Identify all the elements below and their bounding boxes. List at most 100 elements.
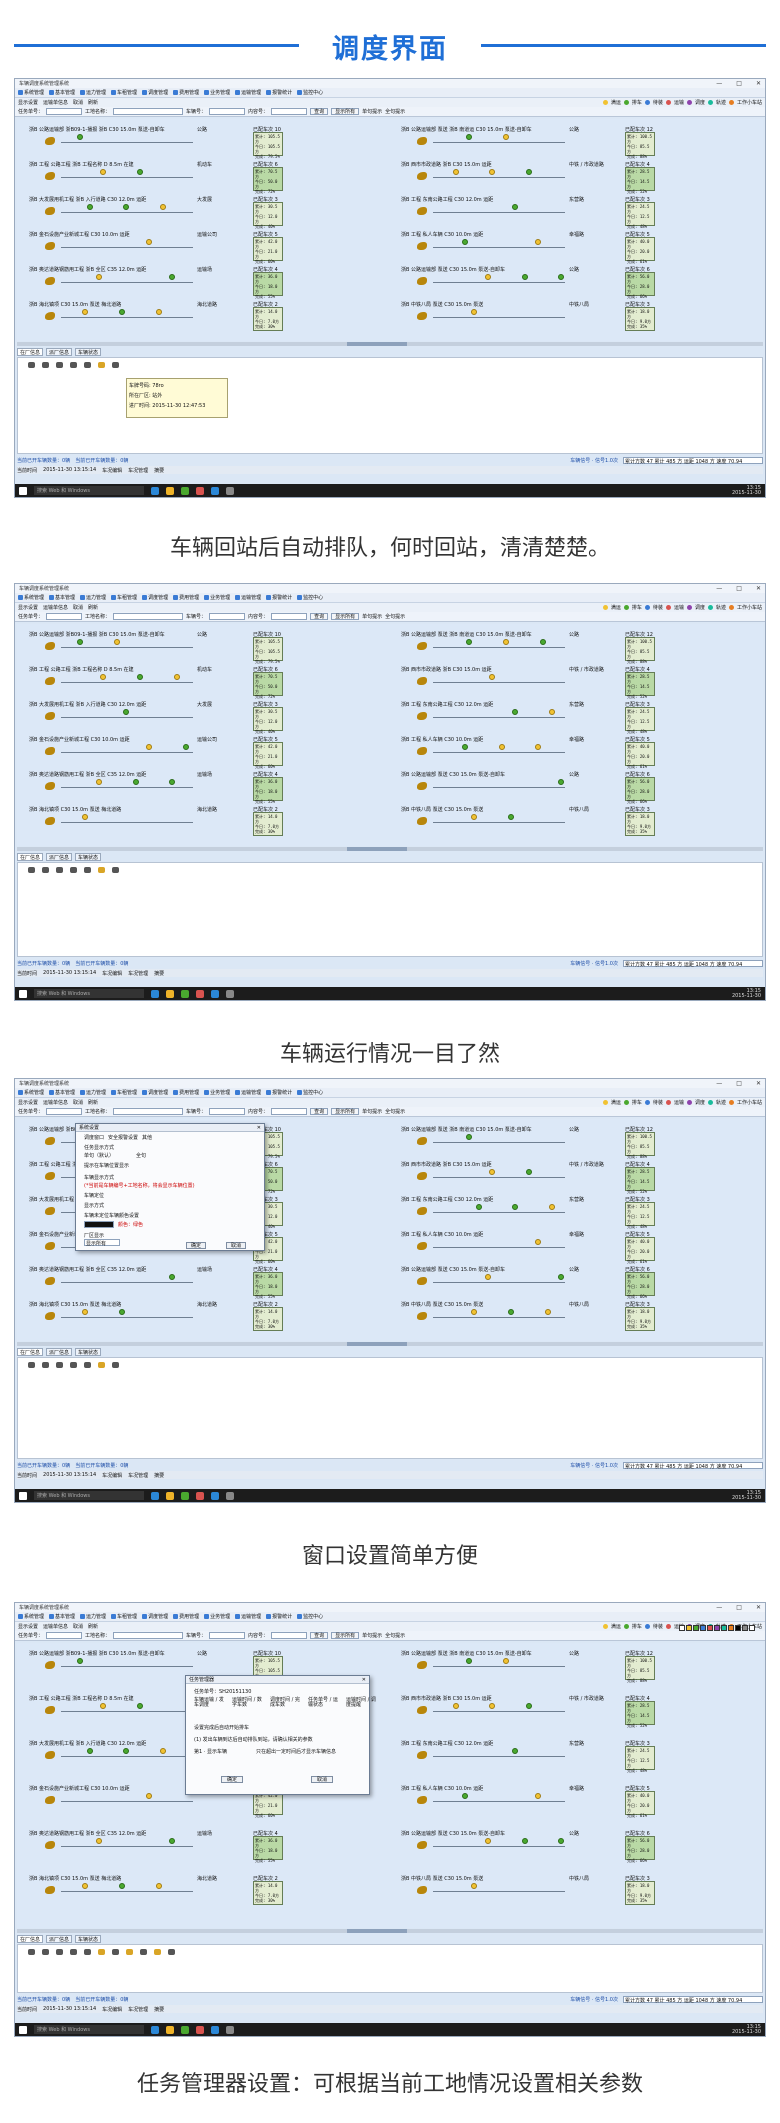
taskbar-app-icon[interactable] bbox=[166, 486, 174, 495]
taskbar-app-icon[interactable] bbox=[226, 486, 234, 495]
scroll-thumb[interactable] bbox=[347, 342, 407, 346]
site-card[interactable]: 浙B 奥达道路钢筋用工程 浙B 全区 C35 12.0m 运距 运输场 已配车次 4… bbox=[17, 1827, 387, 1863]
mixer-truck-icon[interactable] bbox=[417, 207, 427, 215]
menu-item[interactable]: 运力管理 bbox=[80, 89, 106, 96]
toolbar-button[interactable]: 显示设置 bbox=[18, 1099, 38, 1106]
show-all-button[interactable]: 显示所有 bbox=[331, 613, 360, 620]
queued-truck-icon[interactable] bbox=[154, 1949, 161, 1955]
color-picker[interactable] bbox=[84, 1221, 114, 1228]
query-button[interactable]: 查询 bbox=[310, 108, 329, 115]
task-column[interactable]: 调度时间 / 完成车数 bbox=[270, 1698, 300, 1708]
site-card[interactable]: 浙B 奥达道路钢筋用工程 浙B 全区 C35 12.0m 运距 运输场 已配车次 4… bbox=[17, 1263, 387, 1299]
mixer-truck-icon[interactable] bbox=[45, 1841, 55, 1849]
site-card[interactable]: 浙B 中铁八局 泵送 C30 15.0m 泵送 中铁八局 已配车次 3 累计: 18.… bbox=[389, 1872, 759, 1907]
queued-truck-icon[interactable] bbox=[112, 867, 119, 873]
taskbar-app-icon[interactable] bbox=[211, 2025, 219, 2034]
queued-truck-icon[interactable] bbox=[98, 1362, 105, 1368]
search-box[interactable]: 搜索 Web 和 Windows bbox=[34, 989, 144, 998]
menu-item[interactable]: 车租管理 bbox=[111, 89, 137, 96]
truck-marker-icon[interactable] bbox=[503, 134, 509, 140]
site-card[interactable]: 浙B 公路运输部 泵送 浙B 南道运 C30 15.0m 泵送-自卸车 公路 已配车… bbox=[389, 1647, 759, 1683]
search-box[interactable]: 搜索 Web 和 Windows bbox=[34, 2025, 144, 2034]
truck-marker-icon[interactable] bbox=[535, 744, 541, 750]
toolbar-button[interactable]: 刷新 bbox=[88, 604, 98, 611]
close-icon[interactable]: ✕ bbox=[362, 1677, 366, 1683]
task-input[interactable] bbox=[46, 613, 83, 620]
menu-item[interactable]: 费用管理 bbox=[173, 594, 199, 601]
site-card[interactable]: 浙B 公路运输部 泵送 浙B 南道运 C30 15.0m 泵送-自卸车 公路 已配车… bbox=[389, 628, 759, 664]
mixer-truck-icon[interactable] bbox=[417, 1661, 427, 1669]
truck-marker-icon[interactable] bbox=[169, 1274, 175, 1280]
content-input[interactable] bbox=[271, 613, 308, 620]
maximize-button[interactable]: □ bbox=[736, 1080, 742, 1087]
close-icon[interactable]: ✕ bbox=[257, 1125, 261, 1131]
mixer-truck-icon[interactable] bbox=[417, 242, 427, 250]
task-column[interactable]: 运输时间 / 调度提醒 bbox=[346, 1698, 376, 1708]
truck-marker-icon[interactable] bbox=[96, 1838, 102, 1844]
site-card[interactable]: 浙B 西市市政道路 浙B C30 15.0m 运距 中铁 / 市政道路 已配车次 4… bbox=[389, 158, 759, 194]
menu-item[interactable]: 业务管理 bbox=[204, 89, 230, 96]
minimize-button[interactable]: — bbox=[716, 1604, 722, 1611]
toolbar-button[interactable]: 取消 bbox=[73, 1099, 83, 1106]
ok-button[interactable]: 确定 bbox=[221, 1776, 243, 1783]
site-card[interactable]: 浙B 大发展用机工程 浙B 入行道路 C30 12.0m 运距大发展已配车次 3… bbox=[17, 193, 387, 229]
car-input[interactable] bbox=[209, 108, 246, 115]
search-box[interactable]: 搜索 Web 和 Windows bbox=[34, 486, 144, 495]
site-input[interactable] bbox=[113, 108, 184, 115]
taskbar-app-icon[interactable] bbox=[151, 989, 159, 998]
dialog-tab[interactable]: 其他 bbox=[142, 1134, 152, 1141]
mixer-truck-icon[interactable] bbox=[417, 747, 427, 755]
truck-marker-icon[interactable] bbox=[471, 1883, 477, 1889]
mixer-truck-icon[interactable] bbox=[45, 1277, 55, 1285]
taskbar-app-icon[interactable] bbox=[226, 989, 234, 998]
mixer-truck-icon[interactable] bbox=[417, 1137, 427, 1145]
show-all-button[interactable]: 显示所有 bbox=[331, 108, 360, 115]
mixer-truck-icon[interactable] bbox=[45, 817, 55, 825]
queued-truck-icon[interactable] bbox=[126, 1949, 133, 1955]
legend-label[interactable]: 待装 bbox=[653, 99, 663, 106]
truck-marker-icon[interactable] bbox=[114, 639, 120, 645]
mixer-truck-icon[interactable] bbox=[417, 677, 427, 685]
toolbar-button[interactable]: 显示设置 bbox=[18, 604, 38, 611]
site-card[interactable]: 浙B 工程 私人车辆 C30 10.0m 运距 幸福路 已配车次 5 累计: 40.0… bbox=[389, 1228, 759, 1264]
menu-item[interactable]: 基本管理 bbox=[49, 89, 75, 96]
menu-item[interactable]: 调度管理 bbox=[142, 89, 168, 96]
minimize-button[interactable]: — bbox=[716, 585, 722, 592]
truck-marker-icon[interactable] bbox=[137, 674, 143, 680]
menu-item[interactable]: 监控中心 bbox=[297, 594, 323, 601]
mixer-truck-icon[interactable] bbox=[417, 1312, 427, 1320]
maximize-button[interactable]: □ bbox=[736, 80, 742, 87]
legend-label[interactable]: 满运 bbox=[611, 1099, 621, 1106]
menu-item[interactable]: 监控中心 bbox=[297, 1089, 323, 1096]
truck-marker-icon[interactable] bbox=[558, 274, 564, 280]
mixer-truck-icon[interactable] bbox=[45, 137, 55, 145]
truck-marker-icon[interactable] bbox=[156, 309, 162, 315]
truck-marker-icon[interactable] bbox=[522, 274, 528, 280]
queued-truck-icon[interactable] bbox=[56, 867, 63, 873]
footer-item[interactable]: 车况编辑 bbox=[102, 467, 122, 474]
truck-marker-icon[interactable] bbox=[512, 1204, 518, 1210]
menu-item[interactable]: 报警统计 bbox=[266, 1089, 292, 1096]
toolbar-button[interactable]: 运输单信息 bbox=[43, 99, 68, 106]
site-card[interactable]: 浙B 公路运输部 泵送 C30 15.0m 泵送-自卸车 公路 已配车次 6 累计: … bbox=[389, 263, 759, 299]
cancel-button[interactable]: 取消 bbox=[226, 1242, 246, 1249]
truck-marker-icon[interactable] bbox=[489, 674, 495, 680]
truck-marker-icon[interactable] bbox=[82, 814, 88, 820]
site-card[interactable]: 浙B 公路运输部 泵送 浙B 南道运 C30 15.0m 泵送-自卸车 公路 已配车… bbox=[389, 123, 759, 159]
car-input[interactable] bbox=[209, 613, 246, 620]
maximize-button[interactable]: □ bbox=[736, 1604, 742, 1611]
truck-marker-icon[interactable] bbox=[82, 309, 88, 315]
legend-label[interactable]: 工作小车站 bbox=[737, 604, 762, 611]
yard-select[interactable]: 显示所有 bbox=[84, 1239, 120, 1247]
truck-marker-icon[interactable] bbox=[558, 1274, 564, 1280]
mixer-truck-icon[interactable] bbox=[417, 1841, 427, 1849]
task-column[interactable]: 运输时间 / 数字车数 bbox=[232, 1698, 262, 1708]
toolbar-button[interactable]: 取消 bbox=[73, 99, 83, 106]
legend-label[interactable]: 排车 bbox=[632, 1099, 642, 1106]
mixer-truck-icon[interactable] bbox=[45, 782, 55, 790]
site-card[interactable]: 浙B 工程 公路工程 浙B 工程名称 D 8.5m 在建机动车已配车次 6累计:… bbox=[17, 158, 387, 194]
site-card[interactable]: 浙B 中铁八局 泵送 C30 15.0m 泵送 中铁八局 已配车次 3 累计: 18.… bbox=[389, 803, 759, 838]
site-card[interactable]: 浙B 工程 东南公路工程 C30 12.0m 运距 东营路 已配车次 3 累计: 24… bbox=[389, 1193, 759, 1229]
site-card[interactable]: 浙B 西市市政道路 浙B C30 15.0m 运距 中铁 / 市政道路 已配车次 4… bbox=[389, 1692, 759, 1728]
truck-marker-icon[interactable] bbox=[526, 1169, 532, 1175]
